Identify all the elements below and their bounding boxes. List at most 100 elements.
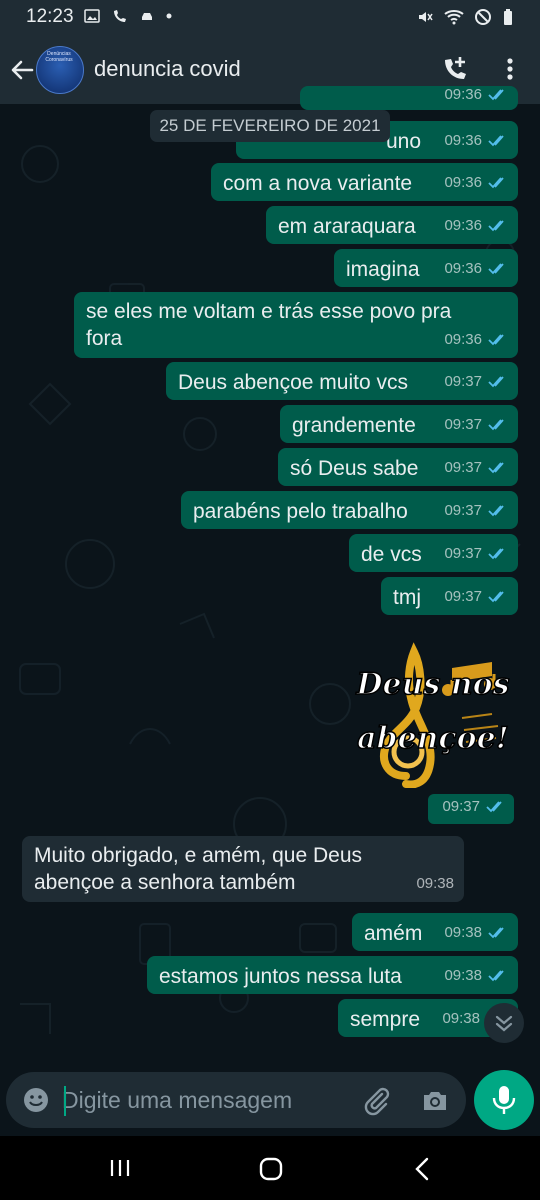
camera-icon[interactable] [420,1086,450,1116]
double-check-icon [488,418,504,430]
message-bubble[interactable]: se eles me voltam e trás esse povo pra f… [74,292,518,358]
double-check-icon [488,969,504,981]
message-text: estamos juntos nessa luta [159,965,402,988]
sticker-text-line1: Deus nos [356,667,510,702]
scroll-down-button[interactable] [484,1003,524,1043]
message-time: 09:36 [444,132,482,149]
add-call-icon[interactable] [440,54,470,84]
message-text: grandemente [292,414,416,437]
message-bubble-incoming[interactable]: Muito obrigado, e amém, que Deus abençoe… [22,836,464,902]
double-check-icon [488,88,504,100]
message-bubble[interactable]: com a nova variante 09:36 [211,163,518,201]
double-check-icon [488,590,504,602]
message-meta: 09:37 [444,454,508,481]
message-meta: 09:36 [444,255,508,282]
message-time: 09:36 [444,174,482,191]
message-text: tmj [393,586,421,609]
message-text: amém [364,922,423,945]
message-bubble[interactable]: em araraquara 09:36 [266,206,518,244]
message-bubble[interactable]: amém 09:38 [352,913,518,951]
nav-back-icon[interactable] [412,1156,432,1182]
mute-icon [419,12,433,22]
double-check-icon [488,176,504,188]
message-time: 09:37 [444,545,482,562]
do-not-disturb-icon [475,9,491,25]
message-time: 09:37 [444,588,482,605]
message-meta: 09:37 [444,368,508,395]
status-bar: 12:23 [0,0,540,34]
message-text: só Deus sabe [290,457,419,480]
avatar-text: Denúncias Coronavírus [45,51,73,63]
message-meta: 09:36 [444,169,508,196]
message-time: 09:38 [444,967,482,984]
contact-name[interactable]: denuncia covid [94,56,241,82]
message-time: 09:36 [444,86,482,103]
message-text: com a nova variante [223,172,413,195]
message-time: 09:37 [444,459,482,476]
mic-button[interactable] [474,1070,534,1130]
emoji-icon[interactable] [22,1086,50,1114]
message-bubble[interactable]: grandemente 09:37 [280,405,518,443]
message-meta: 09:37 [444,540,508,567]
phone-missed-icon [114,10,126,22]
scroll-down-icon [495,1015,513,1032]
message-time: 09:36 [444,331,482,348]
more-vert-icon[interactable] [500,54,520,84]
message-text: sempre [350,1008,421,1031]
status-time: 12:23 [26,6,74,27]
double-check-icon [488,461,504,473]
arrow-back-icon[interactable] [8,56,36,84]
message-bubble[interactable]: parabéns pelo trabalho 09:37 [181,491,518,529]
recent-apps-icon[interactable] [108,1158,132,1178]
message-bubble[interactable]: tmj 09:37 [381,577,518,615]
message-meta: 09:36 [444,81,508,108]
double-check-icon [488,262,504,274]
sticker-image[interactable]: Deus nos abençoe! [352,638,514,788]
message-meta: 09:37 [444,497,508,524]
message-text-line1: se eles me voltam e trás esse povo pra [86,300,452,323]
message-bubble-sticker-meta: 09:37 [428,794,514,824]
message-bubble[interactable]: de vcs 09:37 [349,534,518,572]
sticker-text-line2: abençoe! [357,721,509,756]
wifi-icon [444,10,464,25]
double-check-icon [488,134,504,146]
dot-icon [166,13,172,19]
message-bubble[interactable]: Deus abençoe muito vcs 09:37 [166,362,518,400]
home-icon[interactable] [258,1156,284,1182]
status-left-icons [84,8,172,24]
message-time: 09:37 [444,502,482,519]
double-check-icon [488,504,504,516]
message-bubble[interactable]: estamos juntos nessa luta 09:38 [147,956,518,994]
message-composer [6,1072,466,1128]
message-time: 09:38 [442,1010,480,1027]
message-text: Deus abençoe muito vcs [178,371,408,394]
message-meta: 09:36 [444,212,508,239]
attach-icon[interactable] [362,1086,392,1116]
message-meta: 09:37 [444,411,508,438]
message-text-line1: Muito obrigado, e amém, que Deus [34,844,363,867]
message-bubble[interactable]: imagina 09:36 [334,249,518,287]
message-time: 09:37 [444,373,482,390]
date-badge: 25 DE FEVEREIRO DE 2021 [150,110,390,142]
message-meta: 09:38 [444,919,508,946]
message-text: parabéns pelo trabalho [193,500,408,523]
message-text: uno [386,130,422,153]
message-text: imagina [346,258,420,281]
text-caret [64,1086,66,1116]
double-check-icon [488,547,504,559]
message-bubble-partial[interactable]: 09:36 [300,86,518,110]
message-text: de vcs [361,543,422,566]
battery-icon [504,9,512,25]
message-input[interactable] [62,1084,332,1116]
status-right-icons [416,8,514,26]
message-meta: 09:38 [444,962,508,989]
message-text: em araraquara [278,215,416,238]
gallery-icon [84,9,100,23]
message-meta: 09:38 [442,1005,480,1032]
message-bubble[interactable]: só Deus sabe 09:37 [278,448,518,486]
message-meta: 09:36 [444,326,508,353]
double-check-icon [488,926,504,938]
double-check-icon [486,800,502,812]
double-check-icon [488,375,504,387]
message-time: 09:36 [444,217,482,234]
